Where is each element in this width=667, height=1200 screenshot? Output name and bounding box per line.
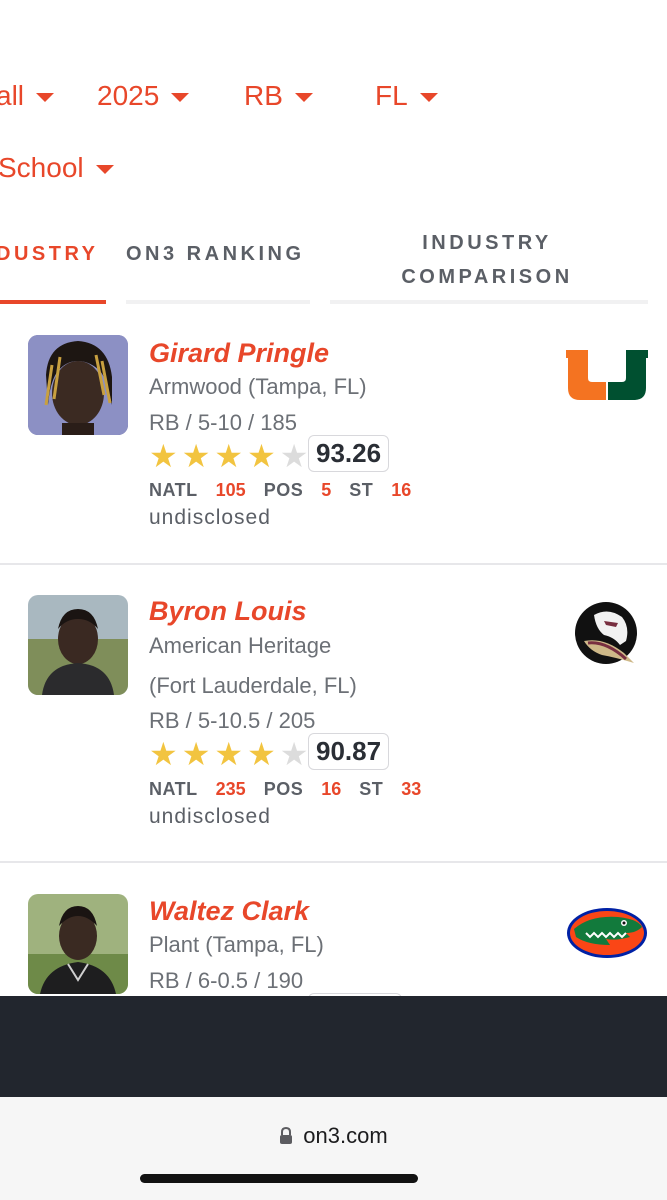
player-portrait bbox=[28, 894, 128, 994]
tab-industry-comparison-line1: INDUSTRY bbox=[422, 232, 552, 254]
sport-filter-label: all bbox=[0, 80, 25, 111]
filter-bar: all 2025 RB FL School bbox=[0, 0, 667, 200]
florida-state-seminole-logo-graphic bbox=[575, 602, 637, 664]
player-name[interactable]: Byron Louis bbox=[149, 596, 307, 627]
divider bbox=[0, 861, 667, 863]
player-details: RB / 6-0.5 / 190 bbox=[149, 968, 304, 993]
tab-industry[interactable]: DUSTRY bbox=[0, 243, 98, 266]
star-rating: ★ ★ ★ ★ ★ bbox=[149, 738, 308, 770]
st-rank[interactable]: 16 bbox=[391, 480, 411, 501]
pos-rank[interactable]: 5 bbox=[321, 480, 331, 501]
player-name[interactable]: Girard Pringle bbox=[149, 338, 329, 369]
player-rating: 90.87 bbox=[308, 733, 390, 770]
home-indicator[interactable] bbox=[140, 1174, 418, 1183]
player-ranks: NATL 235 POS 16 ST 33 bbox=[149, 779, 439, 800]
player-rating: 93.26 bbox=[308, 435, 390, 472]
player-photo bbox=[28, 595, 128, 695]
tab-underline bbox=[126, 300, 310, 304]
star-icon: ★ bbox=[214, 438, 244, 474]
star-icon: ★ bbox=[247, 736, 276, 772]
player-details: RB / 5-10 / 185 bbox=[149, 410, 297, 435]
player-photo bbox=[28, 335, 128, 435]
bottom-dark-bar bbox=[0, 996, 667, 1097]
miami-u-logo-graphic bbox=[566, 350, 648, 400]
chevron-down-icon bbox=[419, 92, 438, 102]
natl-rank[interactable]: 105 bbox=[216, 480, 246, 501]
school-filter-label: School bbox=[0, 152, 84, 183]
position-filter-label: RB bbox=[244, 80, 283, 111]
florida-state-seminole-logo[interactable] bbox=[574, 601, 638, 672]
florida-gator-logo[interactable] bbox=[566, 907, 648, 964]
sport-filter[interactable]: all bbox=[0, 80, 55, 112]
st-rank[interactable]: 33 bbox=[401, 779, 421, 800]
year-filter-label: 2025 bbox=[97, 80, 160, 111]
natl-label: NATL bbox=[149, 480, 198, 500]
player-card[interactable]: Byron Louis American Heritage (Fort Laud… bbox=[0, 565, 667, 865]
star-icon: ★ bbox=[247, 438, 276, 474]
natl-rank[interactable]: 235 bbox=[216, 779, 246, 800]
url-display[interactable]: on3.com bbox=[0, 1123, 667, 1149]
chevron-down-icon bbox=[95, 164, 114, 174]
tab-industry-label: DUSTRY bbox=[0, 243, 99, 265]
state-filter[interactable]: FL bbox=[375, 80, 438, 112]
state-filter-label: FL bbox=[375, 80, 408, 111]
chevron-down-icon bbox=[294, 92, 313, 102]
year-filter[interactable]: 2025 bbox=[97, 80, 190, 112]
st-label: ST bbox=[349, 480, 374, 500]
pos-label: POS bbox=[263, 480, 304, 500]
player-card[interactable]: Girard Pringle Armwood (Tampa, FL) RB / … bbox=[0, 320, 667, 565]
st-label: ST bbox=[359, 779, 384, 799]
player-school: Armwood (Tampa, FL) bbox=[149, 374, 367, 399]
player-school-location: (Fort Lauderdale, FL) bbox=[149, 673, 357, 698]
star-empty-icon: ★ bbox=[279, 438, 309, 474]
player-details: RB / 5-10.5 / 205 bbox=[149, 708, 316, 733]
florida-gator-logo-graphic bbox=[567, 908, 647, 958]
chevron-down-icon bbox=[171, 92, 190, 102]
ranking-tabs: DUSTRY ON3 RANKING INDUSTRY COMPARISON bbox=[0, 210, 667, 310]
tab-industry-comparison[interactable]: INDUSTRY COMPARISON bbox=[392, 226, 582, 294]
player-name[interactable]: Waltez Clark bbox=[149, 896, 309, 927]
player-portrait bbox=[28, 595, 128, 695]
commitment-status: undisclosed bbox=[149, 805, 271, 828]
tab-on3-ranking[interactable]: ON3 RANKING bbox=[126, 243, 305, 266]
tab-on3-ranking-label: ON3 RANKING bbox=[126, 243, 305, 265]
lock-icon bbox=[280, 1127, 293, 1144]
school-filter[interactable]: School bbox=[0, 152, 114, 184]
tab-industry-comparison-line2: COMPARISON bbox=[401, 266, 573, 288]
star-icon: ★ bbox=[214, 736, 244, 772]
player-school: Plant (Tampa, FL) bbox=[149, 932, 324, 957]
natl-label: NATL bbox=[149, 779, 198, 799]
star-icon: ★ bbox=[181, 438, 211, 474]
miami-u-logo[interactable] bbox=[566, 350, 648, 405]
player-card[interactable]: Waltez Clark Plant (Tampa, FL) RB / 6-0.… bbox=[0, 865, 667, 996]
chevron-down-icon bbox=[36, 92, 55, 102]
commitment-status: undisclosed bbox=[149, 506, 271, 529]
star-rating: ★ ★ ★ ★ ★ bbox=[149, 440, 308, 472]
star-icon: ★ bbox=[149, 736, 178, 772]
player-school: American Heritage bbox=[149, 633, 332, 658]
star-icon: ★ bbox=[149, 438, 178, 474]
star-empty-icon: ★ bbox=[279, 736, 309, 772]
player-photo bbox=[28, 894, 128, 994]
player-portrait bbox=[28, 335, 128, 435]
pos-label: POS bbox=[263, 779, 304, 799]
pos-rank[interactable]: 16 bbox=[321, 779, 341, 800]
tab-underline bbox=[330, 300, 648, 304]
active-tab-underline bbox=[0, 300, 106, 304]
star-icon: ★ bbox=[181, 736, 211, 772]
position-filter[interactable]: RB bbox=[244, 80, 313, 112]
url-text: on3.com bbox=[303, 1123, 388, 1148]
player-ranks: NATL 105 POS 5 ST 16 bbox=[149, 480, 429, 501]
